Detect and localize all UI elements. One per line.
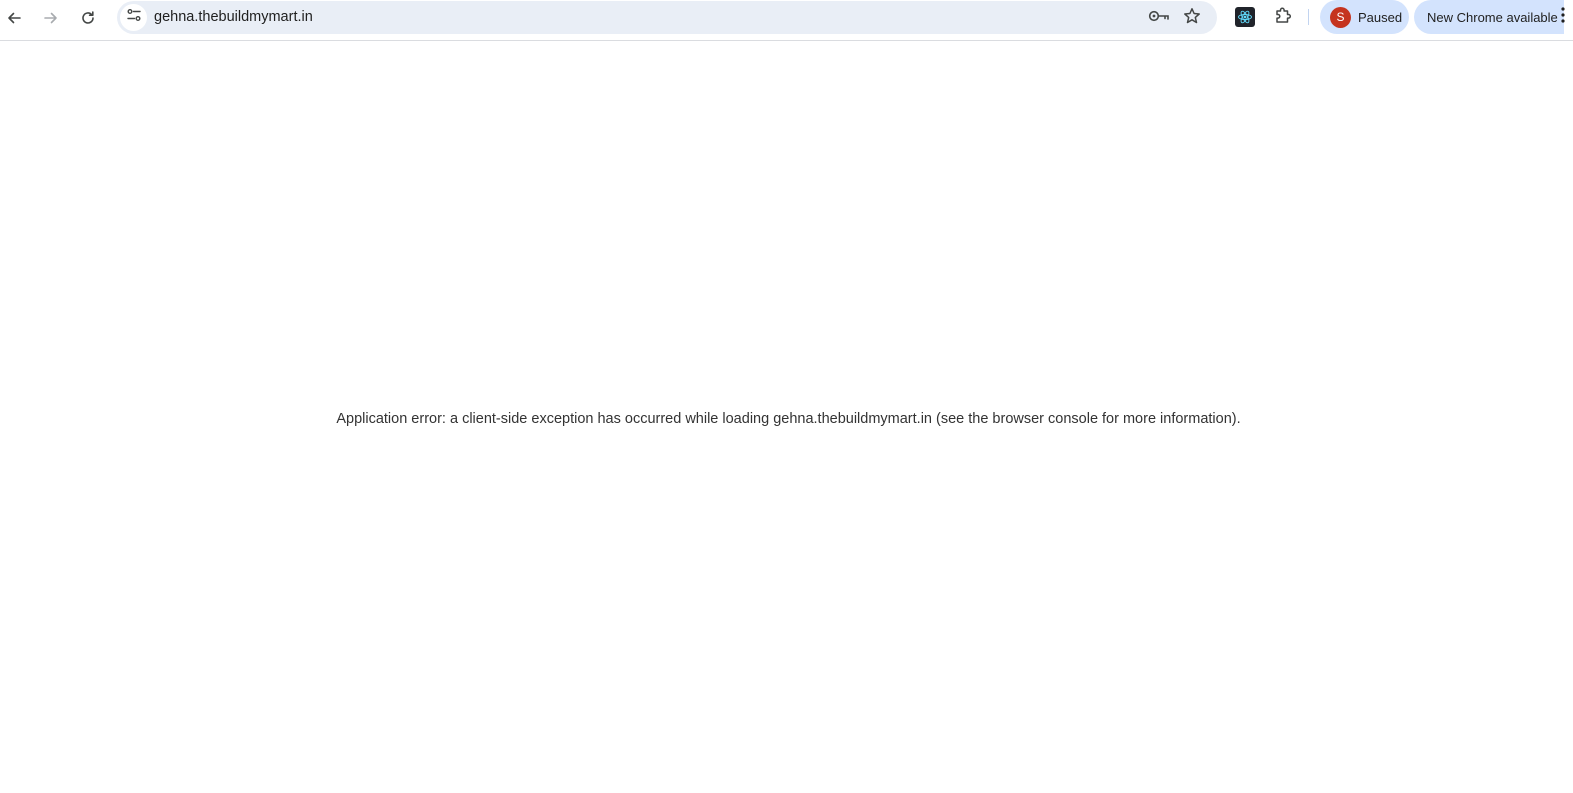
site-info-button[interactable] <box>120 4 147 31</box>
back-button[interactable] <box>0 4 28 32</box>
avatar: S <box>1330 6 1351 28</box>
update-label: New Chrome available <box>1427 9 1558 25</box>
tune-icon <box>126 7 142 28</box>
password-button[interactable] <box>1147 6 1171 30</box>
reload-button[interactable] <box>74 4 102 32</box>
extensions-button[interactable] <box>1271 5 1295 29</box>
profile-status: Paused <box>1358 9 1403 25</box>
chrome-menu-button[interactable] <box>1555 4 1571 30</box>
arrow-left-icon <box>6 10 22 26</box>
react-icon <box>1235 7 1255 27</box>
kebab-menu-icon <box>1560 6 1566 29</box>
browser-toolbar: gehna.thebuildmymart.in S Paused New Chr… <box>0 0 1573 41</box>
url-text[interactable]: gehna.thebuildmymart.in <box>154 9 313 25</box>
react-devtools-extension[interactable] <box>1233 5 1257 29</box>
reload-icon <box>80 10 96 26</box>
address-bar[interactable]: gehna.thebuildmymart.in <box>117 1 1217 34</box>
profile-button[interactable]: S Paused <box>1320 0 1409 34</box>
update-chrome-button[interactable]: New Chrome available <box>1414 0 1564 34</box>
toolbar-divider <box>1308 9 1309 25</box>
star-icon <box>1183 7 1201 30</box>
arrow-right-icon <box>43 10 59 26</box>
forward-button[interactable] <box>37 4 65 32</box>
bookmark-button[interactable] <box>1180 6 1204 30</box>
page-content: Application error: a client-side excepti… <box>0 41 1573 793</box>
error-message: Application error: a client-side excepti… <box>336 411 1241 427</box>
key-icon <box>1148 8 1170 29</box>
puzzle-icon <box>1274 6 1292 29</box>
